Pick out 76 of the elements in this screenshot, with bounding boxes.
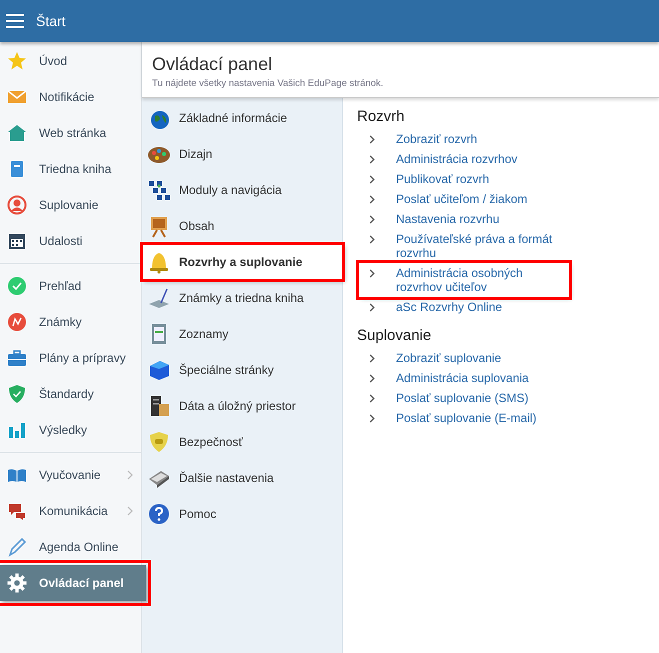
- chevron-icon: [369, 394, 375, 403]
- app-title: Štart: [36, 13, 66, 29]
- settings-link[interactable]: Administrácia osobných rozvrhov učiteľov: [396, 266, 569, 294]
- sidebar-item[interactable]: Štandardy: [0, 376, 141, 412]
- chevron-icon: [369, 414, 375, 423]
- category-item[interactable]: Známky a triedna kniha: [142, 280, 342, 316]
- house-icon: [7, 123, 27, 143]
- chevron-icon: [127, 506, 133, 516]
- chevron-icon: [369, 215, 375, 224]
- settings-link[interactable]: Poslať suplovanie (SMS): [396, 391, 529, 405]
- chevron-icon: [369, 269, 375, 278]
- briefcase-icon: [7, 348, 27, 368]
- help-icon: [147, 502, 171, 526]
- section-heading: Suplovanie: [357, 327, 432, 344]
- chevron-icon: [369, 195, 375, 204]
- chevron-icon: [369, 374, 375, 383]
- page-title: Ovládací panel: [152, 54, 274, 75]
- category-item[interactable]: Pomoc: [142, 496, 342, 532]
- person-icon: [7, 195, 27, 215]
- chevron-icon: [369, 303, 375, 312]
- shield-icon: [7, 384, 27, 404]
- section-heading: Rozvrh: [357, 108, 406, 125]
- chevron-icon: [369, 175, 375, 184]
- calendar-icon: [7, 231, 27, 251]
- sidebar-item[interactable]: Výsledky: [0, 412, 141, 448]
- category-item[interactable]: Dizajn: [142, 136, 342, 172]
- sidebar-item[interactable]: Prehľad: [0, 268, 141, 304]
- sidebar-item[interactable]: Web stránka: [0, 115, 141, 151]
- grade-icon: [7, 312, 27, 332]
- category-item[interactable]: Špeciálne stránky: [142, 352, 342, 388]
- settings-link[interactable]: Zobraziť suplovanie: [396, 351, 502, 365]
- settings-link[interactable]: Používateľské práva a formát rozvrhu: [396, 232, 559, 260]
- sidebar-item[interactable]: Plány a prípravy: [0, 340, 141, 376]
- pen-icon: [7, 537, 27, 557]
- sidebar-item[interactable]: Udalosti: [0, 223, 141, 259]
- chat-icon: [7, 501, 27, 521]
- category-item[interactable]: Bezpečnosť: [142, 424, 342, 460]
- category-item[interactable]: Rozvrhy a suplovanie: [142, 244, 343, 280]
- settings-link[interactable]: Administrácia suplovania: [396, 371, 529, 385]
- page-subtitle: Tu nájdete všetky nastavenia Vašich EduPage stránok.: [152, 78, 384, 89]
- bell-icon: [147, 250, 171, 274]
- settings-link[interactable]: Nastavenia rozvrhu: [396, 212, 500, 226]
- chevron-icon: [127, 470, 133, 480]
- settings-link[interactable]: Poslať suplovanie (E-mail): [396, 411, 537, 425]
- sidebar-item[interactable]: Suplovanie: [0, 187, 141, 223]
- settings-link[interactable]: Administrácia rozvrhov: [396, 152, 518, 166]
- category-item[interactable]: Základné informácie: [142, 100, 342, 136]
- chevron-icon: [369, 235, 375, 244]
- check-icon: [7, 276, 27, 296]
- category-item[interactable]: Dáta a úložný priestor: [142, 388, 342, 424]
- chevron-icon: [369, 354, 375, 363]
- gear-icon: [7, 573, 27, 593]
- chevron-icon: [369, 135, 375, 144]
- menu-icon: [6, 14, 24, 28]
- sidebar-item[interactable]: Úvod: [0, 43, 141, 79]
- category-item[interactable]: Zoznamy: [142, 316, 342, 352]
- sidebar-item[interactable]: Agenda Online: [0, 529, 141, 565]
- settings-link[interactable]: aSc Rozvrhy Online: [396, 300, 502, 314]
- sidebar-item[interactable]: Vyučovanie: [0, 457, 141, 493]
- settings-link[interactable]: Publikovať rozvrh: [396, 172, 490, 186]
- modules-icon: [147, 178, 171, 202]
- category-item[interactable]: Moduly a navigácia: [142, 172, 342, 208]
- bar-chart-icon: [7, 420, 27, 440]
- sidebar-item[interactable]: Známky: [0, 304, 141, 340]
- sidebar-item[interactable]: Triedna kniha: [0, 151, 141, 187]
- category-item[interactable]: Ďalšie nastavenia: [142, 460, 342, 496]
- sidebar-item[interactable]: Notifikácie: [0, 79, 141, 115]
- settings-link[interactable]: Poslať učiteľom / žiakom: [396, 192, 528, 206]
- sidebar-item[interactable]: Ovládací panel: [0, 565, 146, 601]
- star-icon: [7, 51, 27, 71]
- cube-icon: [147, 358, 171, 382]
- shield-icon: [147, 430, 171, 454]
- settings-link[interactable]: Zobraziť rozvrh: [396, 132, 478, 146]
- menu-button[interactable]: [6, 13, 26, 29]
- chevron-icon: [369, 155, 375, 164]
- sidebar-item[interactable]: Komunikácia: [0, 493, 141, 529]
